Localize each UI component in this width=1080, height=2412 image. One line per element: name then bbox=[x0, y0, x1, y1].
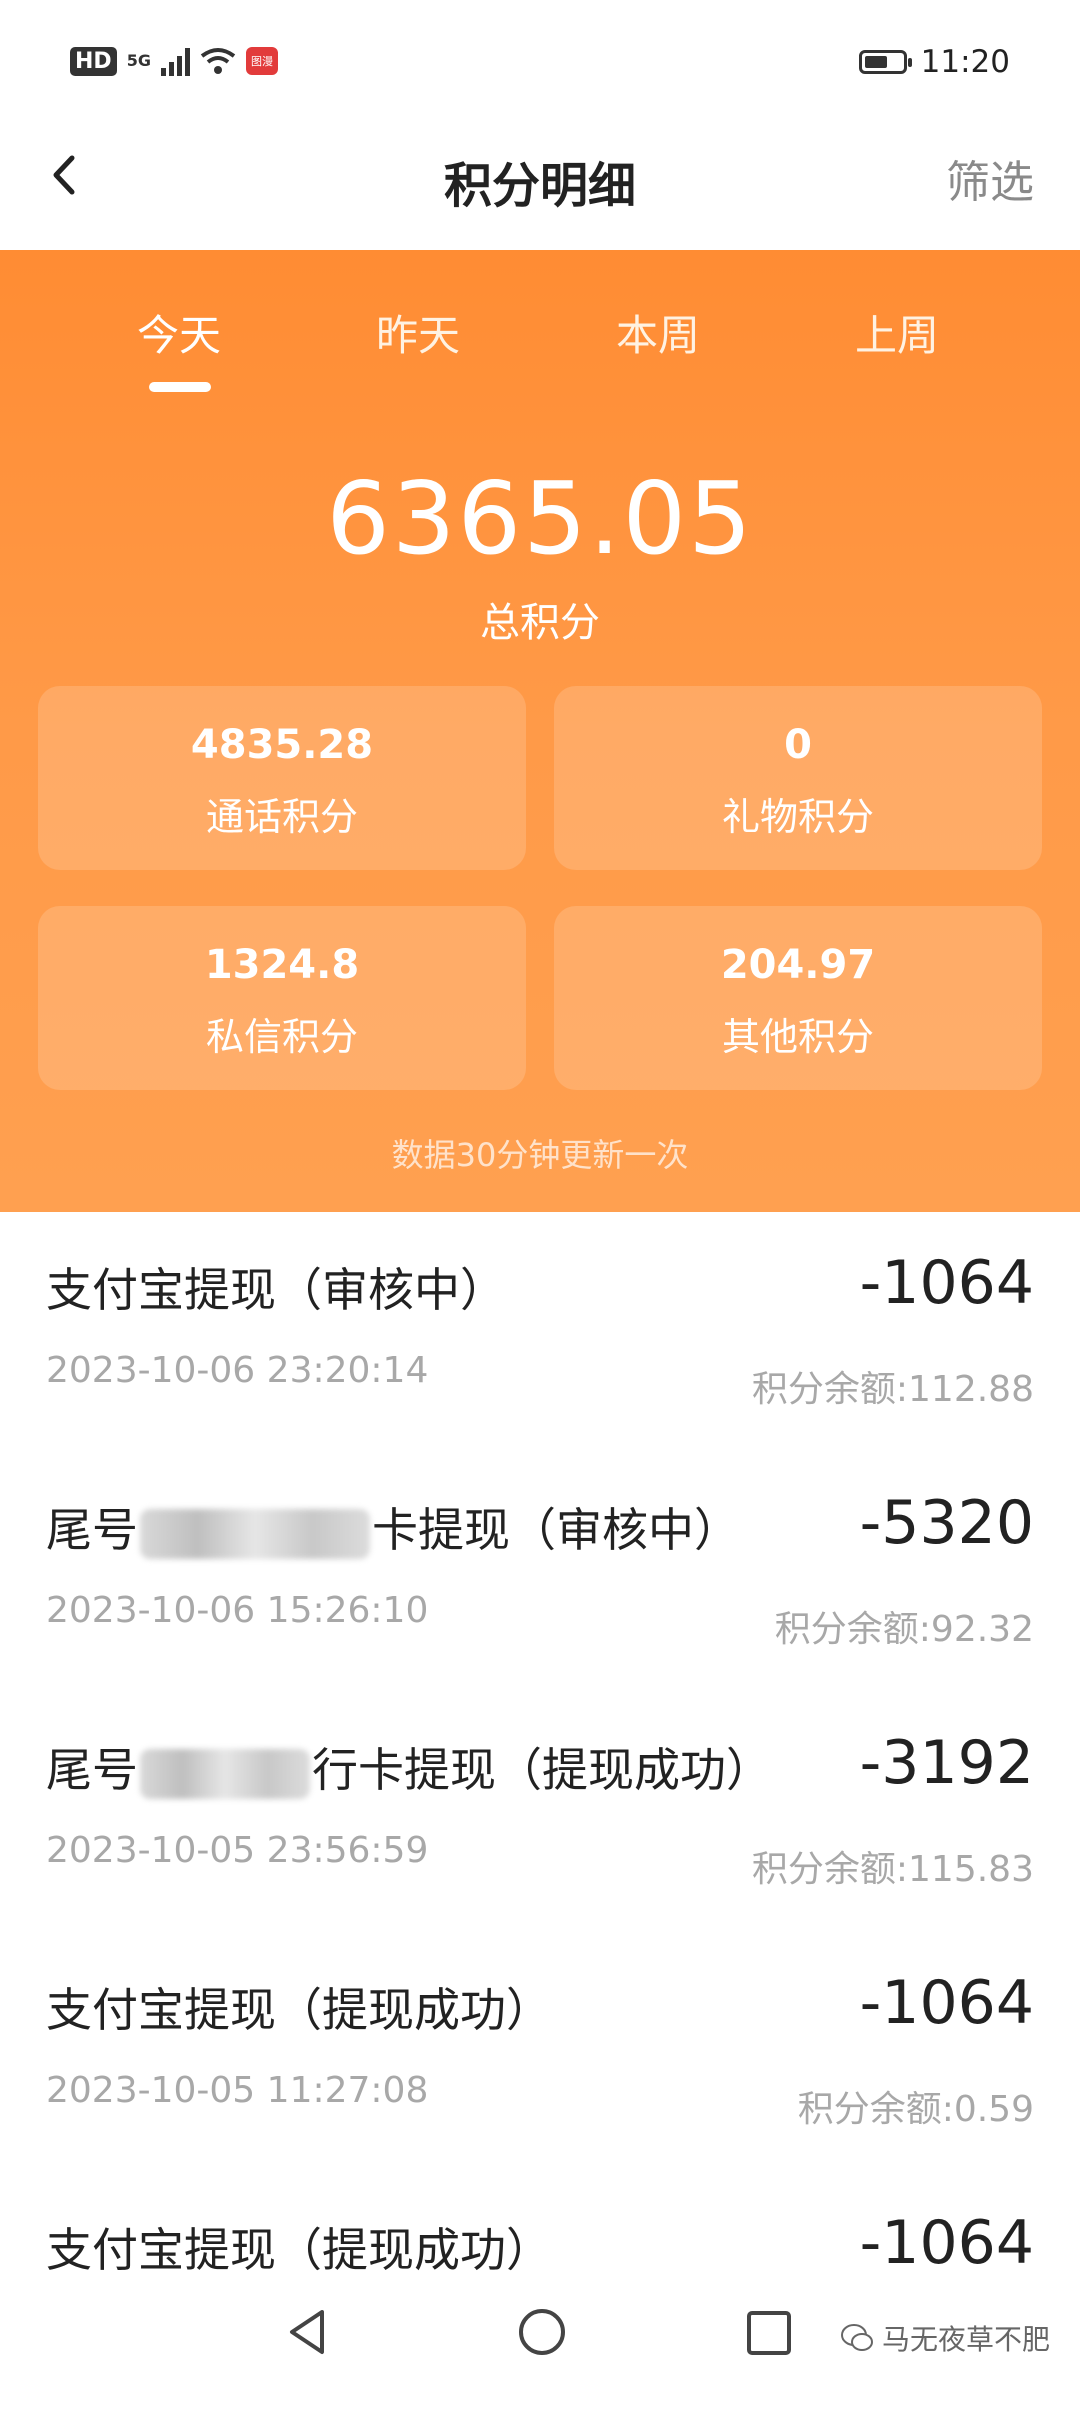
record-title-suffix: 行卡提现（提现成功） bbox=[312, 1743, 772, 1797]
record-title-suffix: 卡提现（审核中） bbox=[372, 1503, 740, 1557]
record-title-prefix: 尾号 bbox=[46, 1503, 138, 1557]
update-note: 数据30分钟更新一次 bbox=[391, 1136, 689, 1174]
record-date: 2023-10-06 15:26:10 bbox=[46, 1590, 429, 1631]
points-summary-panel: 今天 昨天 本周 上周 6365.05 总积分 4835.28 通话积分 0 礼… bbox=[0, 250, 1080, 1212]
tab-today[interactable]: 今天 bbox=[79, 302, 279, 363]
call-points-label: 通话积分 bbox=[205, 795, 358, 839]
nav-back-icon[interactable] bbox=[282, 2306, 334, 2358]
network-type: 5G bbox=[126, 51, 151, 70]
gift-points-label: 礼物积分 bbox=[721, 795, 874, 839]
record-balance: 积分余额:92.32 bbox=[774, 1609, 1034, 1650]
system-nav-bar: 马无夜草不肥 bbox=[0, 2278, 1080, 2388]
clock: 11:20 bbox=[920, 44, 1010, 80]
filter-button[interactable]: 筛选 bbox=[946, 146, 1034, 210]
other-points-card: 204.97 其他积分 bbox=[554, 906, 1042, 1090]
watermark-text: 马无夜草不肥 bbox=[881, 2323, 1050, 2356]
record-balance: 积分余额:115.83 bbox=[751, 1849, 1034, 1890]
message-points-card: 1324.8 私信积分 bbox=[38, 906, 526, 1090]
period-tabs: 今天 昨天 本周 上周 bbox=[0, 302, 1080, 382]
tab-last-week[interactable]: 上周 bbox=[797, 302, 997, 363]
nav-home-icon[interactable] bbox=[516, 2306, 568, 2358]
hd-badge: HD bbox=[70, 46, 117, 76]
wechat-icon bbox=[840, 2324, 873, 2351]
status-bar: HD 5G 图漫 11:20 bbox=[0, 0, 1080, 128]
active-tab-indicator bbox=[149, 382, 211, 392]
call-points-value: 4835.28 bbox=[190, 722, 374, 768]
record-balance: 积分余额:112.88 bbox=[751, 1369, 1034, 1410]
total-points-label: 总积分 bbox=[480, 600, 600, 646]
record-title: 尾号 行卡提现（提现成功） bbox=[46, 1734, 772, 1800]
other-points-value: 204.97 bbox=[720, 942, 876, 988]
record-title: 支付宝提现（提现成功） bbox=[46, 1983, 552, 2037]
tab-yesterday[interactable]: 昨天 bbox=[318, 302, 518, 363]
record-date: 2023-10-05 11:27:08 bbox=[46, 2070, 429, 2111]
total-points: 6365.05 bbox=[326, 460, 754, 577]
signal-icon bbox=[160, 46, 190, 76]
record-amount: -1064 bbox=[859, 2208, 1034, 2278]
record-date: 2023-10-06 23:20:14 bbox=[46, 1350, 429, 1391]
app-notification-icon: 图漫 bbox=[245, 47, 278, 75]
gift-points-card: 0 礼物积分 bbox=[554, 686, 1042, 870]
gift-points-value: 0 bbox=[784, 722, 812, 768]
record-amount: -1064 bbox=[859, 1968, 1034, 2038]
battery-level bbox=[864, 56, 887, 68]
record-item[interactable]: 支付宝提现（提现成功） -1064 2023-10-05 11:27:08 积分… bbox=[0, 1932, 1080, 2174]
nav-recent-apps-icon[interactable] bbox=[746, 2310, 792, 2356]
message-points-value: 1324.8 bbox=[204, 942, 360, 988]
record-date: 2023-10-05 23:56:59 bbox=[46, 1830, 429, 1871]
status-left: HD 5G 图漫 bbox=[70, 46, 278, 76]
record-item[interactable]: 支付宝提现（审核中） -1064 2023-10-06 23:20:14 积分余… bbox=[0, 1212, 1080, 1454]
watermark: 马无夜草不肥 bbox=[840, 2318, 1050, 2358]
record-title: 支付宝提现（审核中） bbox=[46, 1263, 506, 1317]
record-item[interactable]: 尾号 卡提现（审核中） -5320 2023-10-06 15:26:10 积分余… bbox=[0, 1452, 1080, 1694]
record-item[interactable]: 尾号 行卡提现（提现成功） -3192 2023-10-05 23:56:59 积… bbox=[0, 1692, 1080, 1934]
wifi-icon bbox=[200, 48, 236, 74]
redacted-blur bbox=[140, 1748, 310, 1799]
status-right: 11:20 bbox=[858, 44, 1010, 80]
record-title: 尾号 卡提现（审核中） bbox=[46, 1494, 740, 1560]
record-title-prefix: 尾号 bbox=[46, 1743, 138, 1797]
battery-icon bbox=[858, 50, 912, 74]
record-title: 支付宝提现（提现成功） bbox=[46, 2223, 552, 2277]
tab-this-week[interactable]: 本周 bbox=[558, 302, 758, 363]
record-amount: -5320 bbox=[859, 1488, 1034, 1558]
record-amount: -3192 bbox=[859, 1728, 1034, 1798]
redacted-blur bbox=[140, 1508, 370, 1559]
message-points-label: 私信积分 bbox=[205, 1015, 358, 1059]
record-balance: 积分余额:0.59 bbox=[797, 2089, 1034, 2130]
call-points-card: 4835.28 通话积分 bbox=[38, 686, 526, 870]
page-title: 积分明细 bbox=[443, 158, 636, 214]
record-amount: -1064 bbox=[859, 1248, 1034, 1318]
header: 积分明细 筛选 bbox=[0, 128, 1080, 250]
other-points-label: 其他积分 bbox=[721, 1015, 874, 1059]
